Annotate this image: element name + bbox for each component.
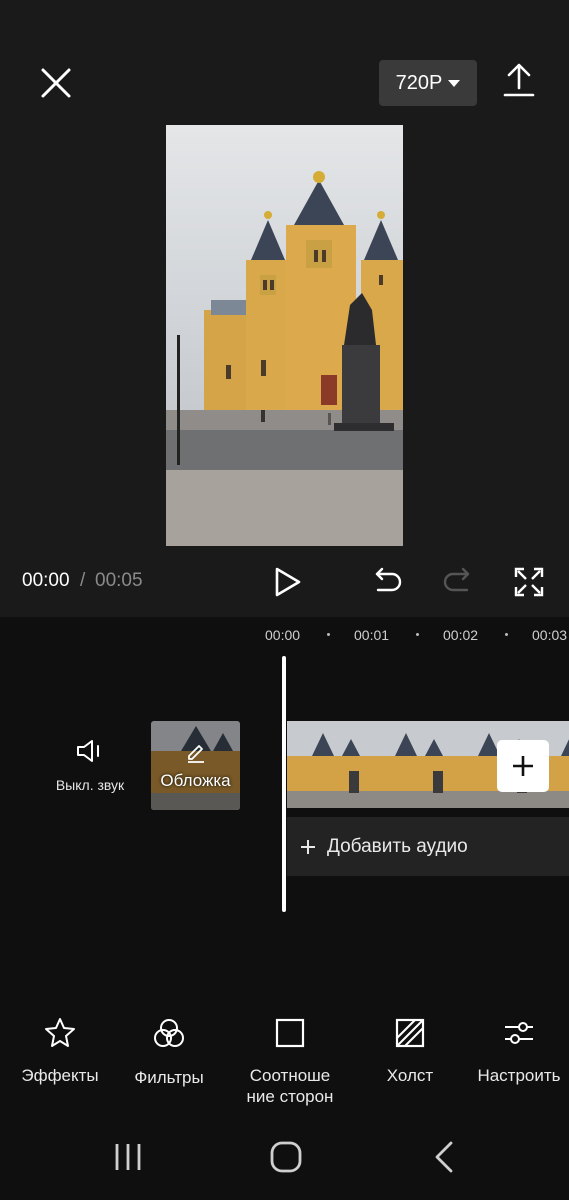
timeline-tick: 00:00 [265,627,301,643]
clip-frame [287,721,375,808]
total-time: 00:05 [95,570,143,591]
tool-label: Фильтры [134,1068,204,1087]
tool-label: Настроить [477,1066,561,1085]
cover-button[interactable]: Обложка [151,721,240,810]
timeline-tick: 00:01 [354,627,390,643]
play-icon[interactable] [270,565,304,599]
tool-label: Соотноше ние сторон [246,1066,334,1106]
adjust-icon [505,1022,533,1044]
fullscreen-icon[interactable] [512,565,546,599]
time-separator: / [80,570,86,591]
clip-frame [375,721,463,808]
edit-pencil-icon [188,745,204,763]
upload-icon[interactable] [500,62,538,100]
tool-aspect-ratio[interactable]: Соотноше ние сторон [236,1016,344,1107]
tool-adjust[interactable]: Настроить [470,1016,568,1086]
caret-down-icon [448,79,461,87]
tool-filters[interactable]: Фильтры [119,1016,219,1088]
filters-icon [154,1019,184,1047]
plus-icon [301,839,315,854]
timeline-tick: 00:02 [443,627,479,643]
home-icon[interactable] [266,1137,306,1177]
speaker-icon [77,740,99,762]
video-preview[interactable] [166,125,403,546]
tool-label: Холст [386,1066,434,1085]
aspect-ratio-icon [275,1018,305,1048]
resolution-button[interactable]: 720P [379,60,477,106]
tick-dot [416,633,419,636]
mute-audio-button[interactable]: Выкл. звук [45,738,135,793]
cover-thumbnail [151,721,240,810]
back-icon[interactable] [425,1137,465,1177]
tick-dot [327,633,330,636]
canvas-icon [395,1018,425,1048]
recent-apps-icon[interactable] [108,1137,148,1177]
effects-star-icon [45,1018,75,1047]
tool-label: Эффекты [21,1066,99,1085]
cover-label: Обложка [160,771,231,790]
clip-frame [551,721,569,808]
redo-icon[interactable] [441,565,475,599]
undo-icon[interactable] [370,565,404,599]
tool-canvas[interactable]: Холст [365,1016,455,1086]
current-time: 00:00 [22,570,70,591]
timeline-tick: 00:03 [532,627,568,643]
playhead[interactable] [282,656,286,912]
add-audio-label: Добавить аудио [327,835,468,857]
tick-dot [505,633,508,636]
plus-icon [513,756,533,776]
mute-label: Выкл. звук [55,777,125,793]
close-icon[interactable] [36,63,76,103]
resolution-label: 720P [395,71,443,94]
add-clip-button[interactable] [497,740,549,792]
add-audio-button[interactable]: Добавить аудио [287,817,569,876]
tool-effects[interactable]: Эффекты [10,1016,110,1086]
